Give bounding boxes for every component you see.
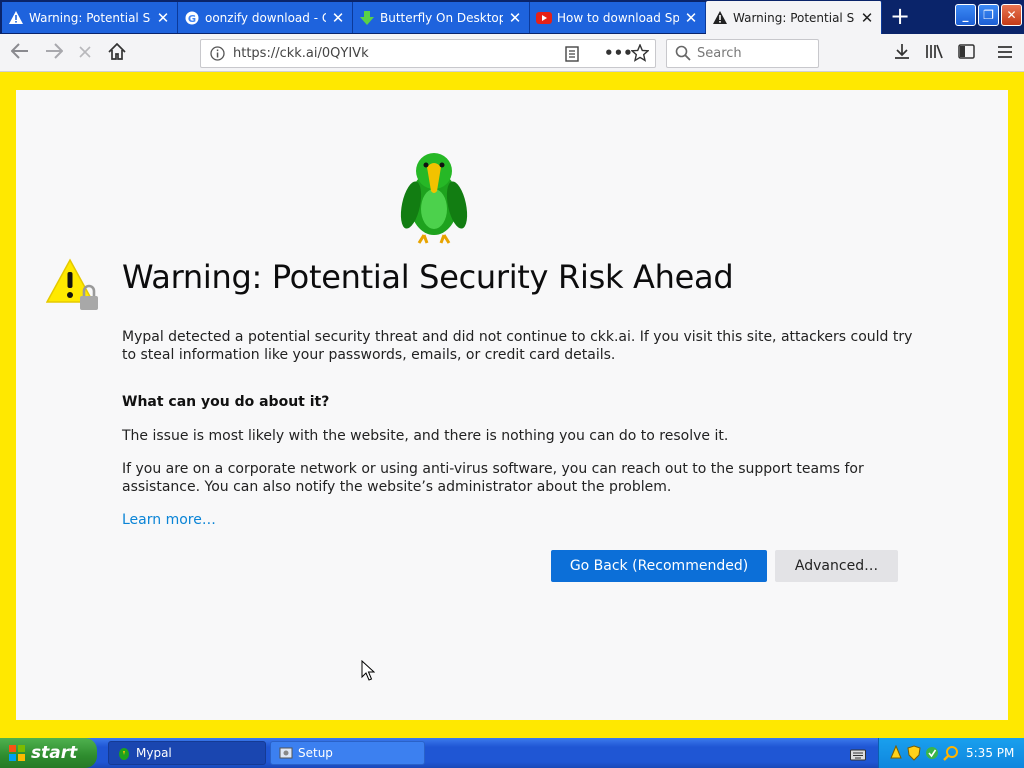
tab-title: Butterfly On Desktop do bbox=[380, 10, 503, 25]
back-button[interactable] bbox=[6, 39, 34, 67]
intro-text: Mypal detected a potential security thre… bbox=[122, 329, 913, 363]
setup-icon bbox=[279, 746, 293, 760]
navigation-toolbar: https://ckk.ai/0QYIVk ••• Search bbox=[0, 34, 1024, 72]
section-heading: What can you do about it? bbox=[122, 394, 330, 410]
mouse-pointer-icon bbox=[361, 659, 376, 686]
warning-lock-icon bbox=[45, 258, 104, 318]
support-text: If you are on a corporate network or usi… bbox=[122, 461, 864, 495]
close-icon[interactable]: ✕ bbox=[859, 9, 875, 27]
page-title: Warning: Potential Security Risk Ahead bbox=[122, 258, 734, 296]
warning-icon bbox=[712, 10, 728, 26]
tab-butterfly-download[interactable]: Butterfly On Desktop do ✕ bbox=[353, 2, 530, 33]
forward-arrow-icon bbox=[45, 43, 64, 63]
close-icon[interactable]: ✕ bbox=[330, 9, 346, 27]
close-icon[interactable]: ✕ bbox=[507, 9, 523, 27]
library-button[interactable] bbox=[920, 39, 948, 67]
warning-icon bbox=[8, 10, 24, 26]
mypal-icon bbox=[117, 746, 131, 760]
system-tray: 5:35 PM bbox=[878, 738, 1024, 768]
minimize-button[interactable]: _ bbox=[955, 4, 976, 26]
tab-title: Warning: Potential Secu bbox=[29, 10, 151, 25]
sidebar-icon bbox=[957, 43, 975, 63]
taskbar-item-label: Mypal bbox=[136, 746, 172, 760]
site-info-icon[interactable] bbox=[210, 46, 225, 65]
restore-button[interactable]: ❐ bbox=[978, 4, 999, 26]
search-bar[interactable]: Search bbox=[666, 39, 819, 68]
tab-warning-1[interactable]: Warning: Potential Secu ✕ bbox=[2, 2, 178, 33]
start-label: start bbox=[31, 743, 78, 763]
window-close-button[interactable]: ✕ bbox=[1001, 4, 1022, 26]
reader-view-icon[interactable] bbox=[565, 46, 579, 66]
url-text: https://ckk.ai/0QYIVk bbox=[233, 46, 369, 61]
advanced-button[interactable]: Advanced… bbox=[775, 550, 898, 582]
system-clock[interactable]: 5:35 PM bbox=[966, 746, 1014, 760]
windows-taskbar: start Mypal Setup 5:35 PM bbox=[0, 738, 1024, 768]
url-bar[interactable]: https://ckk.ai/0QYIVk ••• bbox=[200, 39, 656, 68]
google-icon: G bbox=[184, 10, 200, 26]
bookmark-star-icon[interactable] bbox=[630, 43, 650, 66]
download-arrow-icon bbox=[894, 43, 910, 63]
tab-title: oonzify download - Goo bbox=[205, 10, 326, 25]
taskbar-item-setup[interactable]: Setup bbox=[270, 741, 425, 765]
svg-text:G: G bbox=[188, 14, 196, 25]
tab-title: How to download SpySh bbox=[557, 10, 679, 25]
close-icon[interactable]: ✕ bbox=[155, 9, 171, 27]
mypal-parrot-logo bbox=[394, 145, 474, 249]
taskbar-item-mypal[interactable]: Mypal bbox=[108, 741, 266, 765]
forward-button[interactable] bbox=[40, 39, 68, 67]
home-button[interactable] bbox=[103, 39, 131, 67]
search-input[interactable]: Search bbox=[697, 46, 742, 61]
tab-title: Warning: Potential Secu bbox=[733, 10, 855, 25]
hamburger-menu-icon bbox=[997, 44, 1013, 63]
library-icon bbox=[925, 43, 943, 63]
close-icon[interactable]: ✕ bbox=[683, 9, 699, 27]
new-tab-button[interactable]: + bbox=[887, 4, 913, 30]
antivirus-icon[interactable] bbox=[925, 745, 939, 765]
learn-more-link[interactable]: Learn more… bbox=[122, 512, 216, 528]
tab-youtube-video[interactable]: How to download SpySh ✕ bbox=[530, 2, 706, 33]
stop-button[interactable] bbox=[71, 39, 99, 67]
tab-warning-active[interactable]: Warning: Potential Secu ✕ bbox=[706, 1, 882, 34]
menu-button[interactable] bbox=[991, 39, 1019, 67]
tab-google-search[interactable]: G oonzify download - Goo ✕ bbox=[178, 2, 353, 33]
stop-icon bbox=[78, 44, 92, 63]
security-shield-icon[interactable] bbox=[907, 745, 921, 765]
tab-strip: Warning: Potential Secu ✕ G oonzify down… bbox=[0, 0, 1024, 34]
windows-logo-icon bbox=[8, 744, 26, 762]
back-arrow-icon bbox=[10, 43, 29, 63]
start-button[interactable]: start bbox=[0, 738, 97, 768]
issue-text: The issue is most likely with the websit… bbox=[122, 428, 729, 444]
sidebar-button[interactable] bbox=[952, 39, 980, 67]
search-magnifier-icon[interactable] bbox=[943, 745, 959, 765]
error-page: Warning: Potential Security Risk Ahead M… bbox=[16, 90, 1008, 720]
home-icon bbox=[108, 42, 126, 64]
downloads-button[interactable] bbox=[888, 39, 916, 67]
go-back-button[interactable]: Go Back (Recommended) bbox=[551, 550, 767, 582]
page-actions-icon[interactable]: ••• bbox=[604, 44, 633, 62]
youtube-icon bbox=[536, 10, 552, 26]
network-icon[interactable] bbox=[889, 744, 903, 765]
taskbar-item-label: Setup bbox=[298, 746, 333, 760]
download-icon bbox=[359, 10, 375, 26]
keyboard-icon[interactable] bbox=[850, 746, 866, 765]
search-icon bbox=[675, 45, 691, 65]
